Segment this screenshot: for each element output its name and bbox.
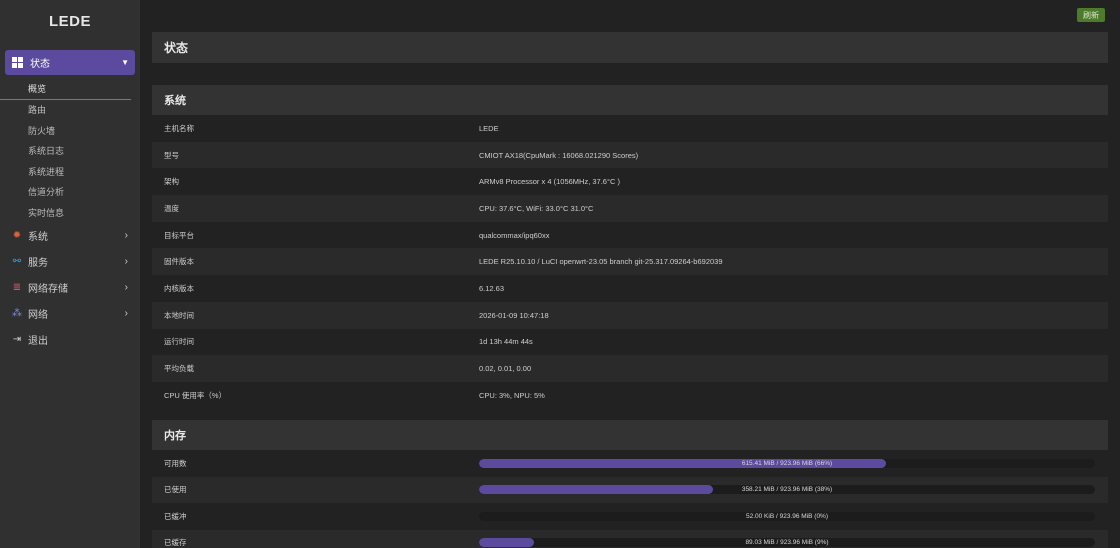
table-row: 目标平台 qualcommax/ipq60xx	[152, 222, 1108, 249]
sidebar-item-label: 退出	[28, 336, 48, 347]
progress-text: 89.03 MiB / 923.96 MiB (9%)	[745, 539, 829, 547]
page-title: 状态	[152, 32, 1108, 63]
section-title: 系统	[152, 85, 1108, 115]
row-value: CPU: 3%, NPU: 5%	[479, 390, 545, 400]
section-title: 内存	[152, 420, 1108, 450]
row-value: 6.12.63	[479, 283, 505, 293]
link-icon: ⚯	[12, 256, 22, 267]
submenu-item-processes[interactable]: 系统进程	[0, 161, 140, 182]
table-row: 可用数 615.41 MiB / 923.96 MiB (66%)	[152, 450, 1108, 477]
row-key: CPU 使用率（%）	[164, 390, 227, 400]
row-value: LEDE R25.10.10 / LuCI openwrt-23.05 bran…	[479, 257, 723, 267]
table-row: 平均负载 0.02, 0.01, 0.00	[152, 355, 1108, 382]
submenu-item-syslog[interactable]: 系统日志	[0, 141, 140, 162]
sidebar-nav: 状态 ▼ 概览 路由 防火墙 系统日志 系统进程 信道分析 实时信息 ✹ 系统 …	[0, 50, 140, 353]
system-table: 主机名称 LEDE 型号 CMIOT AX18(CpuMark : 16068.021…	[152, 115, 1108, 409]
progress-text: 52.00 KiB / 923.96 MiB (0%)	[745, 512, 828, 520]
progress-bar: 52.00 KiB / 923.96 MiB (0%)	[479, 511, 1095, 521]
row-key: 已缓存	[164, 538, 187, 548]
sidebar-item-logout[interactable]: ⇥ 退出	[0, 327, 140, 353]
table-row: 内核版本 6.12.63	[152, 275, 1108, 302]
row-key: 本地时间	[164, 310, 194, 320]
table-row: 固件版本 LEDE R25.10.10 / LuCI openwrt-23.05 …	[152, 248, 1108, 276]
row-value: CPU: 37.6°C, WiFi: 33.0°C 31.0°C	[479, 203, 594, 213]
row-key: 已缓冲	[164, 511, 187, 521]
row-key: 可用数	[164, 458, 187, 468]
system-section: 系统 主机名称 LEDE 型号 CMIOT AX18(CpuMark : 16068.…	[152, 85, 1108, 409]
table-row: 本地时间 2026-01-09 10:47:18	[152, 301, 1108, 329]
row-value: 2026-01-09 10:47:18	[479, 310, 549, 320]
gear-icon: ✹	[12, 230, 22, 241]
row-key: 已使用	[164, 485, 187, 495]
dashboard-icon	[12, 57, 23, 68]
sidebar-item-label: 网络	[28, 310, 48, 321]
table-row: 型号 CMIOT AX18(CpuMark : 16068.021290 Scor…	[152, 141, 1108, 169]
row-value: CMIOT AX18(CpuMark : 16068.021290 Scores…	[479, 150, 639, 160]
sidebar: LEDE 状态 ▼ 概览 路由 防火墙 系统日志 系统进程 信道分析 实时信息 …	[0, 0, 140, 548]
row-value: 0.02, 0.01, 0.00	[479, 364, 532, 374]
row-value: LEDE	[479, 123, 499, 133]
database-icon: ≣	[12, 282, 22, 293]
table-row: 已使用 358.21 MiB / 923.96 MiB (38%)	[152, 476, 1108, 503]
row-key: 目标平台	[164, 230, 194, 240]
network-icon: ⁂	[12, 308, 22, 319]
progress-bar: 89.03 MiB / 923.96 MiB (9%)	[479, 538, 1095, 548]
logout-icon: ⇥	[12, 334, 22, 345]
chevron-right-icon: ›	[124, 256, 128, 267]
table-row: 运行时间 1d 13h 44m 44s	[152, 329, 1108, 356]
chevron-right-icon: ›	[124, 282, 128, 293]
sidebar-item-label: 服务	[28, 258, 48, 269]
row-key: 内核版本	[164, 283, 194, 293]
sidebar-item-label: 状态	[30, 59, 50, 70]
sidebar-item-label: 系统	[28, 232, 48, 243]
refresh-button[interactable]: 刷新	[1077, 8, 1105, 22]
table-row: 主机名称 LEDE	[152, 115, 1108, 142]
submenu-item-realtime[interactable]: 实时信息	[0, 202, 140, 223]
row-value: ARMv8 Processor x 4 (1056MHz, 37.6°C )	[479, 177, 620, 187]
sidebar-item-nas[interactable]: ≣ 网络存储 ›	[0, 275, 140, 301]
row-key: 运行时间	[164, 337, 194, 347]
chevron-down-icon: ▼	[121, 58, 129, 67]
row-key: 架构	[164, 177, 179, 187]
sidebar-item-system[interactable]: ✹ 系统 ›	[0, 223, 140, 249]
sidebar-item-network[interactable]: ⁂ 网络 ›	[0, 301, 140, 327]
table-row: 架构 ARMv8 Processor x 4 (1056MHz, 37.6°C )	[152, 168, 1108, 195]
submenu-item-overview[interactable]: 概览	[0, 79, 131, 100]
status-submenu: 概览 路由 防火墙 系统日志 系统进程 信道分析 实时信息	[0, 75, 140, 223]
row-key: 平均负载	[164, 364, 194, 374]
row-key: 固件版本	[164, 257, 194, 267]
row-key: 主机名称	[164, 123, 194, 133]
table-row: 已缓冲 52.00 KiB / 923.96 MiB (0%)	[152, 503, 1108, 530]
chevron-right-icon: ›	[124, 308, 128, 319]
brand-logo: LEDE	[48, 12, 91, 30]
table-row: CPU 使用率（%） CPU: 3%, NPU: 5%	[152, 382, 1108, 409]
submenu-item-routes[interactable]: 路由	[0, 100, 140, 121]
sidebar-item-services[interactable]: ⚯ 服务 ›	[0, 249, 140, 275]
progress-text: 615.41 MiB / 923.96 MiB (66%)	[741, 459, 833, 467]
table-row: 温度 CPU: 37.6°C, WiFi: 33.0°C 31.0°C	[152, 195, 1108, 222]
progress-text: 358.21 MiB / 923.96 MiB (38%)	[741, 486, 833, 494]
progress-bar: 358.21 MiB / 923.96 MiB (38%)	[479, 485, 1095, 495]
row-key: 温度	[164, 203, 179, 213]
row-key: 型号	[164, 150, 179, 160]
row-value: 1d 13h 44m 44s	[479, 337, 533, 347]
chevron-right-icon: ›	[124, 230, 128, 241]
submenu-item-firewall[interactable]: 防火墙	[0, 120, 140, 141]
sidebar-item-status[interactable]: 状态 ▼	[5, 50, 135, 75]
memory-table: 可用数 615.41 MiB / 923.96 MiB (66%) 已使用 358.2…	[152, 450, 1108, 548]
memory-section: 内存 可用数 615.41 MiB / 923.96 MiB (66%) 已使用 35…	[152, 420, 1108, 548]
row-value: qualcommax/ipq60xx	[479, 230, 550, 240]
sidebar-item-label: 网络存储	[28, 284, 68, 295]
progress-bar: 615.41 MiB / 923.96 MiB (66%)	[479, 458, 1095, 468]
submenu-item-channel-analysis[interactable]: 信道分析	[0, 182, 140, 203]
table-row: 已缓存 89.03 MiB / 923.96 MiB (9%)	[152, 529, 1108, 548]
